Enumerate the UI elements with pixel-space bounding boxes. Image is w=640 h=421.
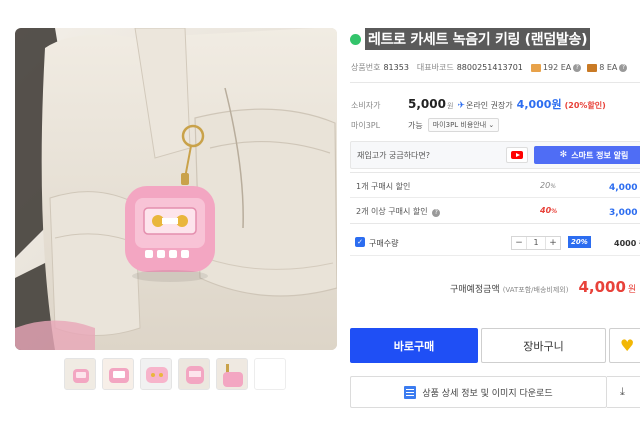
box-icon	[587, 63, 598, 72]
product-photo	[15, 28, 337, 350]
product-code-value: 81353	[383, 63, 409, 72]
mai3pl-row: 마이3PL 가능 마이3PL 비용안내 ⌄	[351, 118, 500, 132]
mai3pl-label: 마이3PL	[351, 120, 381, 130]
total-price: 4,000	[578, 278, 626, 296]
smart-alert-button[interactable]: ✻ 스마트 정보 알림	[534, 146, 640, 164]
title-row: 레트로 카세트 녹음기 키링 (랜덤발송)	[350, 28, 591, 50]
discount-name: 1개 구매시 할인	[356, 182, 411, 191]
thumbnail-strip	[64, 358, 286, 390]
youtube-button[interactable]	[506, 147, 528, 163]
total-row: 구매예정금액 (VAT포함/배송비제외) 4,000 원	[450, 278, 636, 296]
discount-percent: 40%	[540, 206, 558, 215]
quantity-line-price: 4000 원	[614, 239, 640, 248]
consumer-price-label: 소비자가	[351, 101, 381, 110]
green-dot-icon	[350, 33, 361, 45]
document-icon	[404, 385, 417, 399]
chevron-down-icon: ⌄	[488, 121, 495, 129]
mai3pl-cost-select[interactable]: 마이3PL 비용안내 ⌄	[427, 118, 500, 132]
cart-label: 장바구니	[523, 339, 564, 353]
thumbnail[interactable]	[64, 358, 96, 390]
thumbnail[interactable]	[178, 358, 210, 390]
won-unit: 원	[446, 102, 454, 110]
quantity-row: ✓ 구매수량 − 1 + 20% 4000 원	[350, 230, 640, 256]
discount-name: 2개 이상 구매시 할인 ?	[356, 206, 441, 217]
online-price: 4,000원	[516, 98, 562, 111]
price-row: 소비자가 5,000 원 ✈ 온라인 권장가 4,000원 (20%할인)	[351, 96, 606, 112]
thumbnail[interactable]	[254, 358, 286, 390]
thumbnail[interactable]	[140, 358, 172, 390]
divider	[350, 82, 640, 83]
barcode-value: 8800251413701	[456, 63, 523, 72]
info-icon[interactable]: ?	[619, 63, 628, 72]
download-info-label: 상품 상세 정보 및 이미지 다운로드	[422, 388, 553, 399]
discount-table: 1개 구매시 할인 20% 4,000 원 2개 이상 구매시 할인 ? 40%…	[350, 172, 640, 224]
smart-alert-label: 스마트 정보 알림	[571, 150, 629, 160]
stock-primary: 192 EA ?	[530, 63, 582, 72]
download-icon: ⤓	[620, 385, 625, 398]
increment-button[interactable]: +	[546, 237, 560, 249]
gear-icon: ✻	[559, 150, 568, 160]
youtube-icon	[511, 151, 523, 159]
total-label: 구매예정금액	[450, 285, 500, 295]
rocket-icon: ✈	[457, 101, 465, 111]
info-icon[interactable]: ?	[573, 63, 582, 72]
download-button[interactable]: ⤓	[607, 376, 640, 408]
quantity-value[interactable]: 1	[526, 237, 546, 249]
cart-button[interactable]: 장바구니	[481, 328, 606, 363]
stock-primary-value: 192 EA	[542, 63, 572, 72]
discount-price: 4,000 원	[609, 183, 640, 193]
total-unit: 원	[627, 285, 637, 295]
restock-question: 재입고가 궁금하다면?	[357, 151, 431, 160]
barcode-label: 대표바코드	[416, 63, 454, 72]
consumer-price: 5,000	[408, 97, 446, 111]
product-main-image	[15, 28, 337, 350]
quantity-percent-chip: 20%	[568, 236, 591, 248]
quantity-stepper[interactable]: − 1 +	[511, 236, 561, 250]
restock-box: 재입고가 궁금하다면? ✻ 스마트 정보 알림	[350, 141, 640, 169]
online-discount: (20%할인)	[564, 101, 606, 110]
mai3pl-availability: 가능	[408, 120, 423, 130]
info-icon[interactable]: ?	[432, 209, 441, 217]
decrement-button[interactable]: −	[512, 237, 526, 249]
box-icon	[530, 63, 541, 72]
wishlist-button[interactable]: ♥	[609, 328, 640, 363]
stock-secondary: 8 EA ?	[587, 63, 628, 72]
heart-icon: ♥	[620, 335, 635, 355]
buy-now-label: 바로구매	[393, 339, 435, 353]
product-code-label: 상품번호	[351, 63, 381, 72]
total-subnote: (VAT포함/배송비제외)	[502, 286, 569, 294]
thumbnail[interactable]	[216, 358, 248, 390]
discount-row: 1개 구매시 할인 20% 4,000 원	[350, 173, 640, 198]
thumbnail[interactable]	[102, 358, 134, 390]
mai3pl-cost-select-value: 마이3PL 비용안내	[432, 121, 487, 129]
online-price-label: 온라인 권장가	[465, 101, 513, 110]
discount-price: 3,000 원	[609, 208, 640, 218]
quantity-label: 구매수량	[369, 239, 399, 248]
buy-now-button[interactable]: 바로구매	[350, 328, 478, 363]
product-title: 레트로 카세트 녹음기 키링 (랜덤발송)	[365, 28, 591, 50]
discount-percent: 20%	[540, 181, 556, 190]
quantity-checkbox[interactable]: ✓	[355, 237, 365, 247]
discount-row: 2개 이상 구매시 할인 ? 40% 3,000 원	[350, 198, 640, 223]
download-info-button[interactable]: 상품 상세 정보 및 이미지 다운로드	[350, 376, 607, 408]
product-meta: 상품번호 81353 대표바코드 8800251413701 192 EA ? …	[351, 62, 633, 73]
stock-secondary-value: 8 EA	[599, 63, 618, 72]
